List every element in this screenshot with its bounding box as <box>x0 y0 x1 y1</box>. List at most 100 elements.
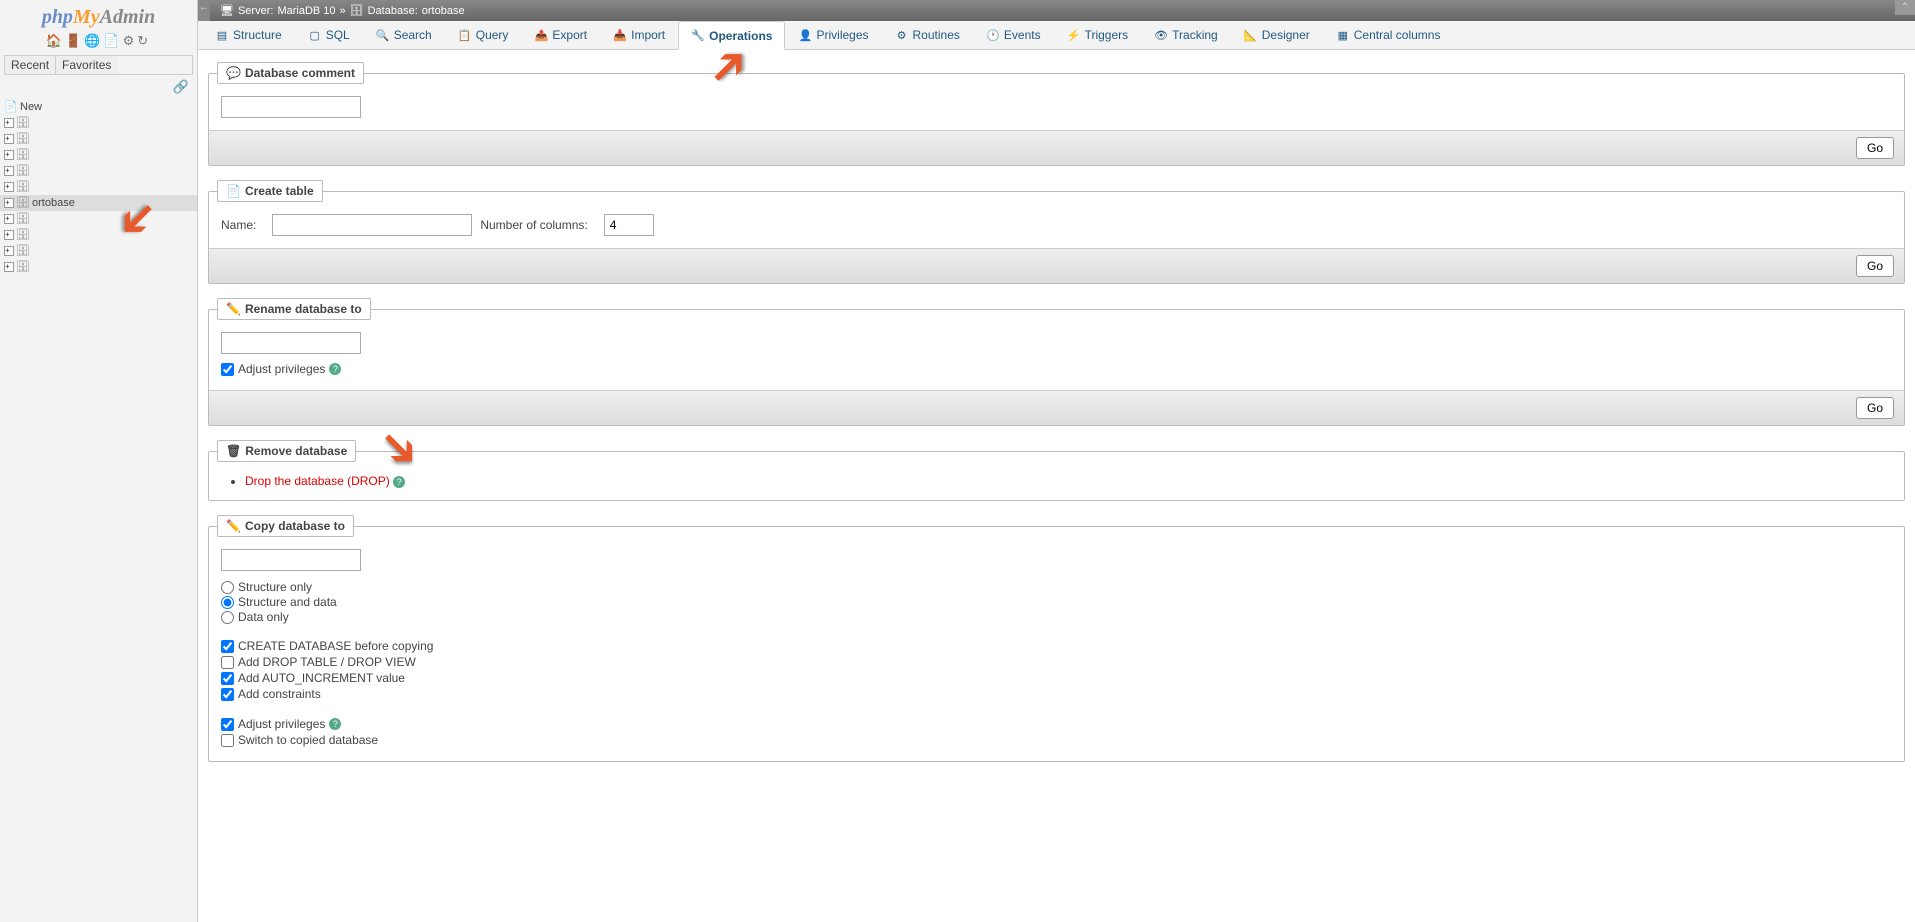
recent-tab[interactable]: Recent <box>5 56 56 74</box>
tree-db-8[interactable]: +🗄 <box>0 243 197 259</box>
legend-copy: ✏️Copy database to <box>217 515 354 537</box>
expand-icon[interactable]: + <box>4 134 14 144</box>
main: ← 🖥 Server: MariaDB 10 » 🗄 Database: ort… <box>198 0 1915 922</box>
tab-central[interactable]: ▦Central columns <box>1323 21 1454 49</box>
tab-query[interactable]: 📋Query <box>445 21 522 49</box>
tab-export[interactable]: 📤Export <box>521 21 600 49</box>
collapse-top-icon[interactable]: ⌃ <box>1895 0 1915 15</box>
legend-create: 📄Create table <box>217 180 323 202</box>
logo[interactable]: phpMyAdmin <box>0 0 197 31</box>
comment-input[interactable] <box>221 96 361 118</box>
query-icon: 📋 <box>458 28 472 42</box>
go-button[interactable]: Go <box>1856 397 1894 419</box>
tab-events[interactable]: 🕐 Events <box>973 21 1054 49</box>
create-before-checkbox[interactable] <box>221 640 234 653</box>
docs-icon[interactable]: 📄 <box>103 33 122 48</box>
expand-icon[interactable]: + <box>4 198 14 208</box>
tab-sql[interactable]: ▢SQL <box>295 21 363 49</box>
help-icon[interactable]: ? <box>393 476 405 488</box>
tree-db-7[interactable]: +🗄 <box>0 227 197 243</box>
tree-db-1[interactable]: +🗄 <box>0 115 197 131</box>
gear-icon[interactable]: ⚙ <box>123 33 138 48</box>
tree-db-label: ortobase <box>32 197 75 209</box>
go-button[interactable]: Go <box>1856 255 1894 277</box>
tab-routines[interactable]: ⚙Routines <box>882 21 973 49</box>
export-icon: 📤 <box>534 28 548 42</box>
tab-triggers-label: Triggers <box>1085 28 1129 42</box>
db-icon: 🗄 <box>16 212 30 226</box>
structure-icon: ▤ <box>215 28 229 42</box>
adjust-privileges-checkbox[interactable] <box>221 363 234 376</box>
link-icon[interactable]: 🔗 <box>0 77 197 97</box>
tab-events-label: Events <box>1004 28 1041 42</box>
expand-icon[interactable]: + <box>4 118 14 128</box>
switch-checkbox[interactable] <box>221 734 234 747</box>
create-icon: 📄 <box>226 184 241 198</box>
db-icon: 🗄 <box>350 4 364 17</box>
adjust-privileges-label: Adjust privileges <box>238 362 325 376</box>
tree-db-9[interactable]: +🗄 <box>0 259 197 275</box>
db-icon: 🗄 <box>16 180 30 194</box>
table-name-input[interactable] <box>272 214 472 236</box>
rename-input[interactable] <box>221 332 361 354</box>
expand-icon[interactable]: + <box>4 246 14 256</box>
tracking-icon: 👁 <box>1154 28 1168 42</box>
tabs: ▤Structure ▢SQL 🔍Search 📋Query 📤Export 📥… <box>198 21 1915 50</box>
expand-icon[interactable]: + <box>4 166 14 176</box>
db-link[interactable]: ortobase <box>422 5 465 17</box>
tab-search[interactable]: 🔍Search <box>363 21 445 49</box>
globe-icon[interactable]: 🌐 <box>84 33 103 48</box>
tree-db-ortobase[interactable]: +🗄ortobase <box>0 195 197 211</box>
columns-input[interactable] <box>604 214 654 236</box>
exit-icon[interactable]: 🚪 <box>65 33 84 48</box>
legend-copy-label: Copy database to <box>245 519 345 533</box>
structure-data-radio[interactable] <box>221 596 234 609</box>
tree-new-label: New <box>20 101 42 113</box>
db-label: Database: <box>368 5 418 17</box>
tree-db-5[interactable]: +🗄 <box>0 179 197 195</box>
expand-icon[interactable]: + <box>4 182 14 192</box>
tab-import[interactable]: 📥Import <box>600 21 678 49</box>
data-only-radio[interactable] <box>221 611 234 624</box>
reload-icon[interactable]: ↻ <box>137 33 151 48</box>
tree-new[interactable]: 📄New <box>0 99 197 115</box>
copy-name-input[interactable] <box>221 549 361 571</box>
tab-privileges[interactable]: 👤Privileges <box>785 21 881 49</box>
legend-remove: 🗑Remove database <box>217 440 356 462</box>
expand-icon[interactable]: + <box>4 150 14 160</box>
tree-db-6[interactable]: +🗄 <box>0 211 197 227</box>
go-button[interactable]: Go <box>1856 137 1894 159</box>
content: 💬Database comment Go 📄Create table Name:… <box>198 50 1915 788</box>
data-only-label: Data only <box>238 610 289 624</box>
expand-icon[interactable]: + <box>4 230 14 240</box>
structure-only-radio[interactable] <box>221 581 234 594</box>
server-link[interactable]: MariaDB 10 <box>277 5 335 17</box>
tab-triggers[interactable]: ⚡Triggers <box>1054 21 1142 49</box>
tab-operations[interactable]: 🔧Operations <box>678 21 785 50</box>
add-drop-checkbox[interactable] <box>221 656 234 669</box>
home-icon[interactable]: 🏠 <box>46 33 65 48</box>
tab-tracking[interactable]: 👁Tracking <box>1141 21 1231 49</box>
collapse-nav-icon[interactable]: ← <box>198 0 210 21</box>
expand-icon[interactable]: + <box>4 262 14 272</box>
tree-db-4[interactable]: +🗄 <box>0 163 197 179</box>
favorites-tab[interactable]: Favorites <box>56 56 117 74</box>
db-icon: 🗄 <box>16 116 30 130</box>
fieldset-rename: ✏️Rename database to Adjust privileges ?… <box>208 298 1905 426</box>
add-ai-checkbox[interactable] <box>221 672 234 685</box>
events-icon: 🕐 <box>986 28 1000 42</box>
tab-designer[interactable]: 📐Designer <box>1231 21 1323 49</box>
help-icon[interactable]: ? <box>329 718 341 730</box>
tree-db-3[interactable]: +🗄 <box>0 147 197 163</box>
copy-adjust-checkbox[interactable] <box>221 718 234 731</box>
legend-comment: 💬Database comment <box>217 62 364 84</box>
server-label: Server: <box>238 5 273 17</box>
tab-structure[interactable]: ▤Structure <box>202 21 295 49</box>
help-icon[interactable]: ? <box>329 363 341 375</box>
logo-my: My <box>73 6 100 28</box>
tab-designer-label: Designer <box>1262 28 1310 42</box>
add-constraints-checkbox[interactable] <box>221 688 234 701</box>
drop-database-link[interactable]: Drop the database (DROP) <box>245 474 390 488</box>
expand-icon[interactable]: + <box>4 214 14 224</box>
tree-db-2[interactable]: +🗄 <box>0 131 197 147</box>
